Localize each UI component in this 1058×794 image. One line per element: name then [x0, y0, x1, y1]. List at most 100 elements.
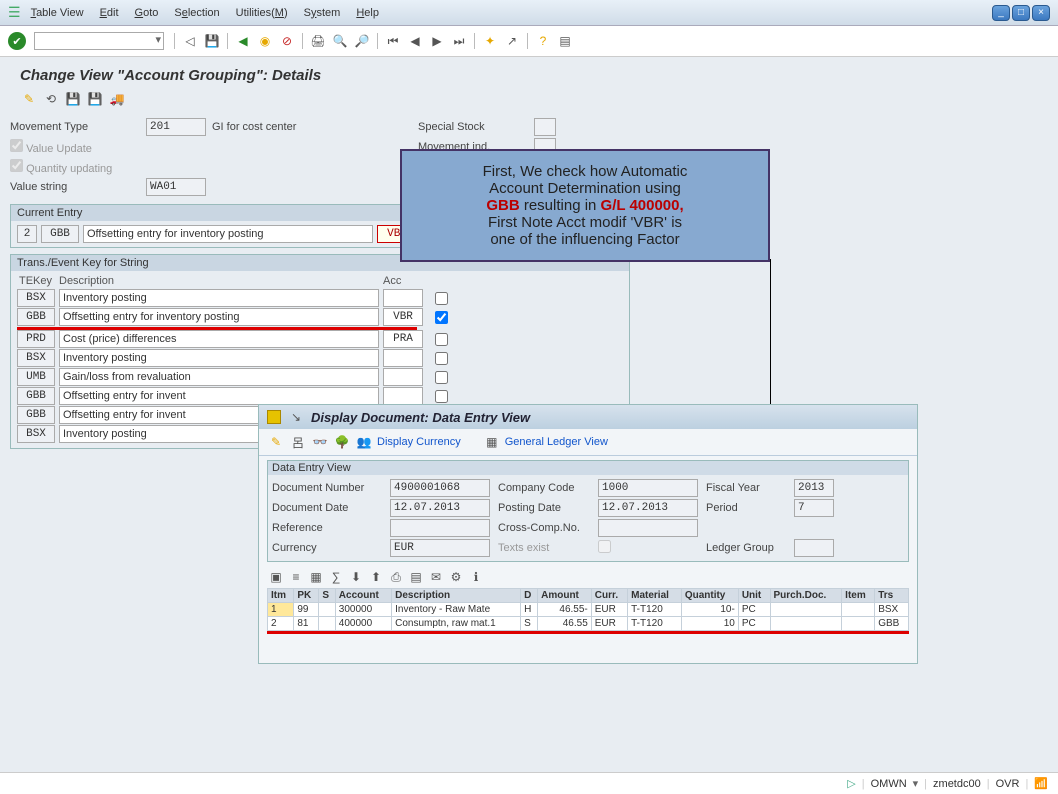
tek-row[interactable]: GBB Offsetting entry for inventory posti… — [17, 308, 623, 326]
doc-display-icon[interactable]: ✎ — [267, 433, 285, 451]
table-col[interactable]: Amount — [538, 589, 592, 603]
data-entry-title: Data Entry View — [268, 461, 908, 475]
command-field[interactable] — [34, 32, 164, 50]
save-icon-2[interactable]: 💾 — [64, 90, 82, 108]
tbl-tool-9[interactable]: ✉ — [427, 568, 445, 586]
display-currency-link[interactable]: Display Currency — [377, 436, 461, 448]
tek-desc[interactable]: Cost (price) differences — [59, 330, 379, 348]
table-col[interactable]: Unit — [738, 589, 770, 603]
tek-desc[interactable]: Gain/loss from revaluation — [59, 368, 379, 386]
table-col[interactable]: D — [521, 589, 538, 603]
tek-row[interactable]: GBB Offsetting entry for invent — [17, 387, 623, 405]
close-button[interactable]: × — [1032, 5, 1050, 21]
back-button[interactable]: ◀ — [234, 32, 252, 50]
table-row[interactable]: 199300000Inventory - Raw MateH46.55-EURT… — [268, 603, 909, 617]
menu-icon[interactable]: ☰ — [8, 4, 21, 21]
back-icon[interactable]: ◁ — [181, 32, 199, 50]
status-nav-icon[interactable]: ▷ — [847, 777, 855, 790]
enter-icon[interactable]: ✔ — [8, 32, 26, 50]
tek-check[interactable] — [435, 311, 448, 324]
tbl-tool-10[interactable]: ⚙ — [447, 568, 465, 586]
tek-modif[interactable] — [383, 349, 423, 367]
current-entry-desc[interactable]: Offsetting entry for inventory posting — [83, 225, 373, 243]
print-icon[interactable]: 🖨 — [309, 32, 327, 50]
cancel-icon[interactable]: ⊘ — [278, 32, 296, 50]
shortcut-icon[interactable]: ↗ — [503, 32, 521, 50]
table-col[interactable]: Curr. — [591, 589, 627, 603]
table-col[interactable]: S — [319, 589, 335, 603]
tek-desc[interactable]: Offsetting entry for invent — [59, 387, 379, 405]
other-entry-icon[interactable]: ⟲ — [42, 90, 60, 108]
doc-tool-icon[interactable]: ↘ — [287, 408, 305, 426]
tek-row[interactable]: BSX Inventory posting — [17, 349, 623, 367]
tbl-tool-8[interactable]: ▤ — [407, 568, 425, 586]
menu-goto[interactable]: Goto — [135, 7, 159, 19]
table-col[interactable]: Account — [335, 589, 391, 603]
find-next-icon[interactable]: 🔎 — [353, 32, 371, 50]
tek-modif[interactable] — [383, 289, 423, 307]
tbl-tool-5[interactable]: ⬇ — [347, 568, 365, 586]
menu-help[interactable]: Help — [356, 7, 379, 19]
help-icon[interactable]: ? — [534, 32, 552, 50]
table-col[interactable]: Purch.Doc. — [770, 589, 842, 603]
new-session-icon[interactable]: ✦ — [481, 32, 499, 50]
tbl-tool-6[interactable]: ⬆ — [367, 568, 385, 586]
save-icon[interactable]: 💾 — [203, 32, 221, 50]
gl-view-link[interactable]: General Ledger View — [505, 436, 608, 448]
menu-edit[interactable]: Edit — [100, 7, 119, 19]
status-tcode: OMWN — [871, 778, 907, 790]
tbl-tool-11[interactable]: ℹ — [467, 568, 485, 586]
menu-system[interactable]: System — [304, 7, 341, 19]
tek-row[interactable]: PRD Cost (price) differences PRA — [17, 330, 623, 348]
save-icon-3[interactable]: 💾 — [86, 90, 104, 108]
menu-utilities[interactable]: Utilities(M) — [236, 7, 288, 19]
tek-modif[interactable] — [383, 368, 423, 386]
tek-check[interactable] — [435, 333, 448, 346]
tek-modif[interactable] — [383, 387, 423, 405]
tek-row[interactable]: UMB Gain/loss from revaluation — [17, 368, 623, 386]
maximize-button[interactable]: □ — [1012, 5, 1030, 21]
table-col[interactable]: Itm — [268, 589, 294, 603]
doc-tree-icon[interactable]: 🌳 — [333, 433, 351, 451]
tbl-tool-3[interactable]: ▦ — [307, 568, 325, 586]
table-col[interactable]: Quantity — [681, 589, 738, 603]
tbl-tool-1[interactable]: ▣ — [267, 568, 285, 586]
tek-check[interactable] — [435, 390, 448, 403]
gl-view-icon[interactable]: ▦ — [483, 433, 501, 451]
tbl-tool-7[interactable]: ⎙ — [387, 568, 405, 586]
find-icon[interactable]: 🔍 — [331, 32, 349, 50]
menu-bar: ☰ TTable Viewable View Edit Goto Selecti… — [0, 0, 1058, 26]
tek-desc[interactable]: Inventory posting — [59, 289, 379, 307]
toggle-icon[interactable]: ✎ — [20, 90, 38, 108]
tek-row[interactable]: BSX Inventory posting — [17, 289, 623, 307]
doc-overview-icon[interactable]: 呂 — [289, 433, 307, 451]
tbl-tool-2[interactable]: ≡ — [287, 568, 305, 586]
table-col[interactable]: Material — [628, 589, 682, 603]
tek-desc[interactable]: Offsetting entry for inventory posting — [59, 308, 379, 326]
tek-check[interactable] — [435, 371, 448, 384]
table-col[interactable]: PK — [294, 589, 319, 603]
table-col[interactable]: Trs — [875, 589, 909, 603]
tek-modif[interactable]: PRA — [383, 330, 423, 348]
doc-user-icon[interactable]: 👥 — [355, 433, 373, 451]
table-row[interactable]: 281400000Consumptn, raw mat.1S46.55EURT-… — [268, 617, 909, 631]
minimize-button[interactable]: _ — [992, 5, 1010, 21]
table-col[interactable]: Item — [842, 589, 875, 603]
menu-table-view[interactable]: TTable Viewable View — [31, 7, 84, 19]
doc-glasses-icon[interactable]: 👓 — [311, 433, 329, 451]
last-page-icon[interactable]: ⏭ — [450, 32, 468, 50]
tek-desc[interactable]: Inventory posting — [59, 349, 379, 367]
tek-check[interactable] — [435, 352, 448, 365]
next-page-icon[interactable]: ▶ — [428, 32, 446, 50]
tek-check[interactable] — [435, 292, 448, 305]
tek-modif[interactable]: VBR — [383, 308, 423, 326]
tbl-tool-4[interactable]: ∑ — [327, 568, 345, 586]
prev-page-icon[interactable]: ◀ — [406, 32, 424, 50]
table-col[interactable]: Description — [392, 589, 521, 603]
tek-col-desc: Description — [59, 275, 379, 287]
layout-icon[interactable]: ▤ — [556, 32, 574, 50]
menu-selection[interactable]: Selection — [174, 7, 219, 19]
exit-icon[interactable]: ◉ — [256, 32, 274, 50]
transport-icon[interactable]: 🚚 — [108, 90, 126, 108]
first-page-icon[interactable]: ⏮ — [384, 32, 402, 50]
